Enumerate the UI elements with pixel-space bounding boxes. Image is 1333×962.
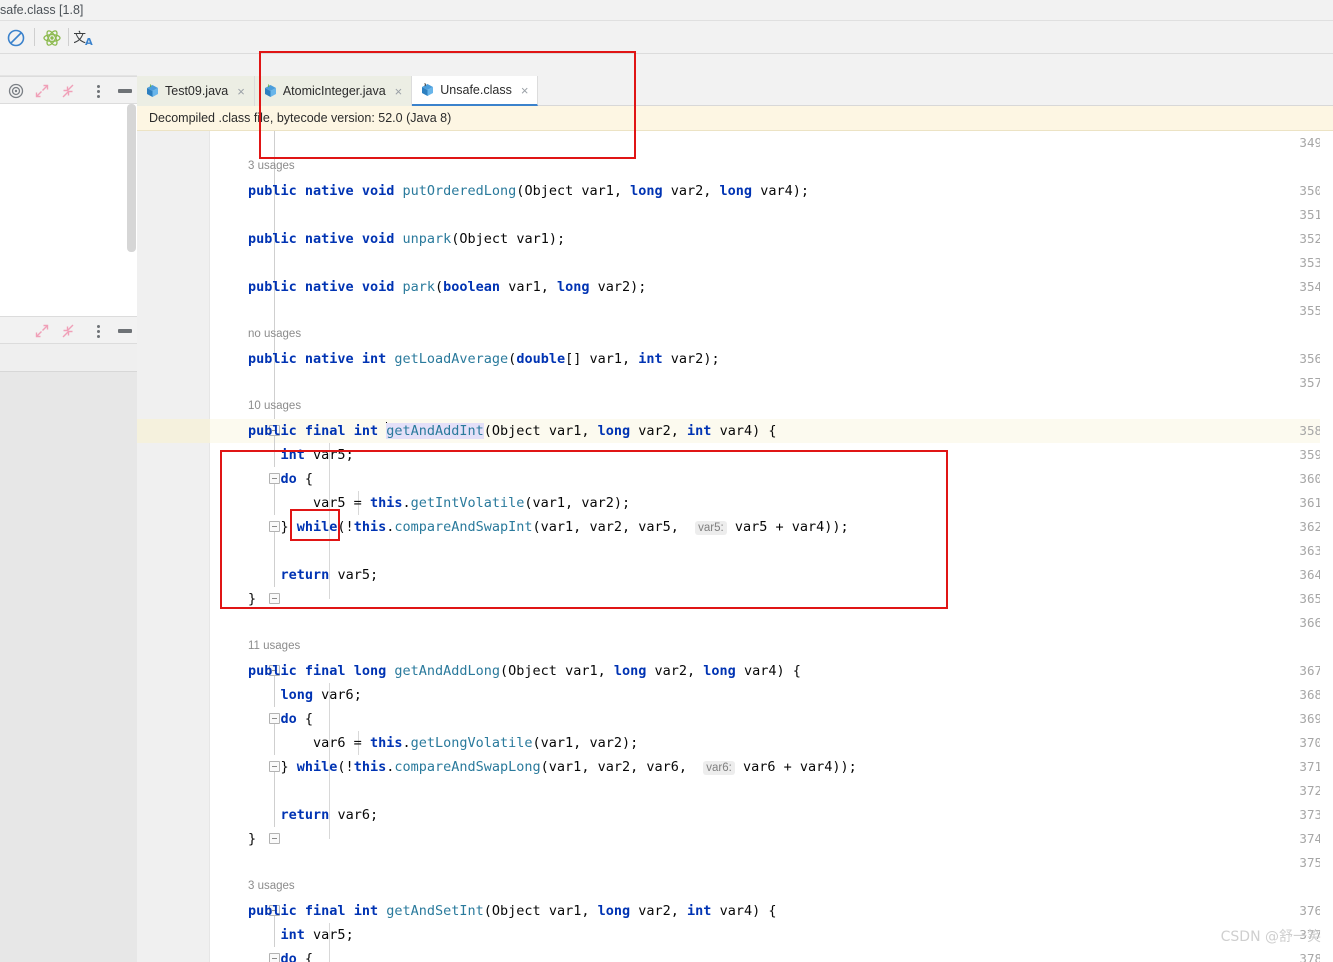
scrollbar-thumb[interactable] [127, 104, 136, 252]
caret-line-gutter-highlight [137, 419, 210, 443]
code-text[interactable]: 3 usages no usages 10 usages 11 usages 3 usa… [210, 131, 1333, 962]
top-toolbar: 文 A [0, 21, 1333, 54]
code-line[interactable]: public final int getAndAddInt(Object var… [210, 419, 776, 443]
hide-panel-icon[interactable] [118, 329, 132, 333]
left-panel-header-2 [0, 316, 140, 344]
usage-hint[interactable]: 11 usages [210, 636, 300, 656]
svg-text:A: A [85, 37, 93, 48]
code-line[interactable]: public native int getLoadAverage(double[… [210, 347, 720, 371]
code-line[interactable]: public native void unpark(Object var1); [210, 227, 565, 251]
left-panel-body-2 [0, 344, 140, 372]
code-editor[interactable]: 349 350 351 352 353 354 355 356 357 358 359 360 361 3… [137, 131, 1333, 962]
editor-tab-bar: Test09.java × AtomicInteger.java × Unsaf… [137, 54, 1333, 106]
no-entry-icon[interactable] [6, 28, 26, 48]
code-line[interactable]: var6 = this.getLongVolatile(var1, var2); [210, 731, 638, 755]
decompiled-notice-text: Decompiled .class file, bytecode version… [149, 111, 452, 125]
code-line[interactable]: return var5; [210, 563, 379, 587]
toolbar-separator-2 [68, 28, 69, 46]
toolbar-separator-1 [34, 28, 35, 46]
code-line[interactable]: } while(!this.compareAndSwapInt(var1, va… [210, 515, 849, 539]
code-line[interactable] [210, 539, 248, 563]
usage-hint[interactable]: 3 usages [210, 876, 295, 896]
code-line[interactable] [210, 779, 248, 803]
code-line[interactable]: return var6; [210, 803, 379, 827]
line-number-gutter [137, 131, 210, 962]
editor-area: Test09.java × AtomicInteger.java × Unsaf… [137, 54, 1333, 962]
java-class-icon [421, 82, 434, 97]
code-line[interactable] [210, 851, 248, 875]
translate-icon[interactable]: 文 A [73, 28, 94, 48]
left-panel-body-1 [0, 104, 140, 316]
collapse-all-icon[interactable] [60, 83, 76, 99]
code-line[interactable]: public final long getAndAddLong(Object v… [210, 659, 801, 683]
code-line[interactable]: } [210, 587, 256, 611]
left-tool-column [0, 54, 140, 962]
window-title: safe.class [1.8] [0, 3, 84, 17]
code-line[interactable]: long var6; [210, 683, 362, 707]
more-options-icon[interactable] [97, 83, 101, 99]
tab-atomicinteger-java[interactable]: AtomicInteger.java × [254, 76, 413, 106]
more-options-icon[interactable] [97, 323, 101, 339]
usage-hint[interactable]: 3 usages [210, 156, 295, 176]
code-line[interactable] [210, 611, 248, 635]
code-line[interactable]: do { [210, 707, 314, 731]
decompiled-notice-bar: Decompiled .class file, bytecode version… [137, 106, 1333, 131]
usage-hint[interactable]: 10 usages [210, 396, 301, 416]
code-line[interactable] [210, 203, 248, 227]
code-line[interactable]: int var5; [210, 923, 354, 947]
code-line[interactable]: public native void putOrderedLong(Object… [210, 179, 809, 203]
hide-panel-icon[interactable] [118, 89, 132, 93]
java-file-icon [146, 84, 159, 98]
atom-icon[interactable] [42, 28, 62, 48]
code-line[interactable]: var5 = this.getIntVolatile(var1, var2); [210, 491, 630, 515]
usage-hint[interactable]: no usages [210, 324, 301, 344]
code-line[interactable]: public native void park(boolean var1, lo… [210, 275, 646, 299]
ide-window: safe.class [1.8] 文 A Test09.java × Atomi… [0, 0, 1333, 962]
csdn-watermark: CSDN @舒一笑 [1220, 929, 1321, 945]
code-line[interactable] [210, 371, 248, 395]
expand-all-icon[interactable] [34, 83, 50, 99]
code-line[interactable]: } while(!this.compareAndSwapLong(var1, v… [210, 755, 857, 779]
editor-tabs: Test09.java × AtomicInteger.java × Unsaf… [137, 76, 539, 106]
expand-all-icon[interactable] [34, 323, 50, 339]
code-line[interactable]: do { [210, 467, 314, 491]
title-bar: safe.class [1.8] [0, 0, 1333, 21]
left-panel-scrollbar[interactable] [127, 104, 136, 316]
code-line[interactable] [210, 299, 248, 323]
code-line[interactable]: } [210, 827, 256, 851]
tab-label: Unsafe.class [440, 83, 512, 97]
tab-test09-java[interactable]: Test09.java × [137, 76, 255, 106]
left-panel-blank-top [0, 54, 140, 76]
code-line[interactable] [210, 251, 248, 275]
code-line[interactable]: do { [210, 947, 314, 962]
tab-label: Test09.java [165, 84, 229, 98]
tab-unsafe-class[interactable]: Unsafe.class × [412, 76, 539, 106]
close-icon[interactable]: × [521, 84, 529, 97]
java-file-icon [264, 84, 277, 98]
close-icon[interactable]: × [395, 85, 403, 98]
code-line[interactable]: public final int getAndSetInt(Object var… [210, 899, 776, 923]
code-line[interactable] [210, 131, 248, 155]
collapse-all-icon[interactable] [60, 323, 76, 339]
code-line[interactable]: int var5; [210, 443, 354, 467]
left-panel-background [0, 372, 140, 962]
tab-label: AtomicInteger.java [282, 84, 386, 98]
editor-right-scrollbar[interactable] [1320, 131, 1333, 962]
target-icon[interactable] [8, 83, 24, 99]
close-icon[interactable]: × [237, 85, 245, 98]
left-panel-header-1 [0, 76, 140, 104]
